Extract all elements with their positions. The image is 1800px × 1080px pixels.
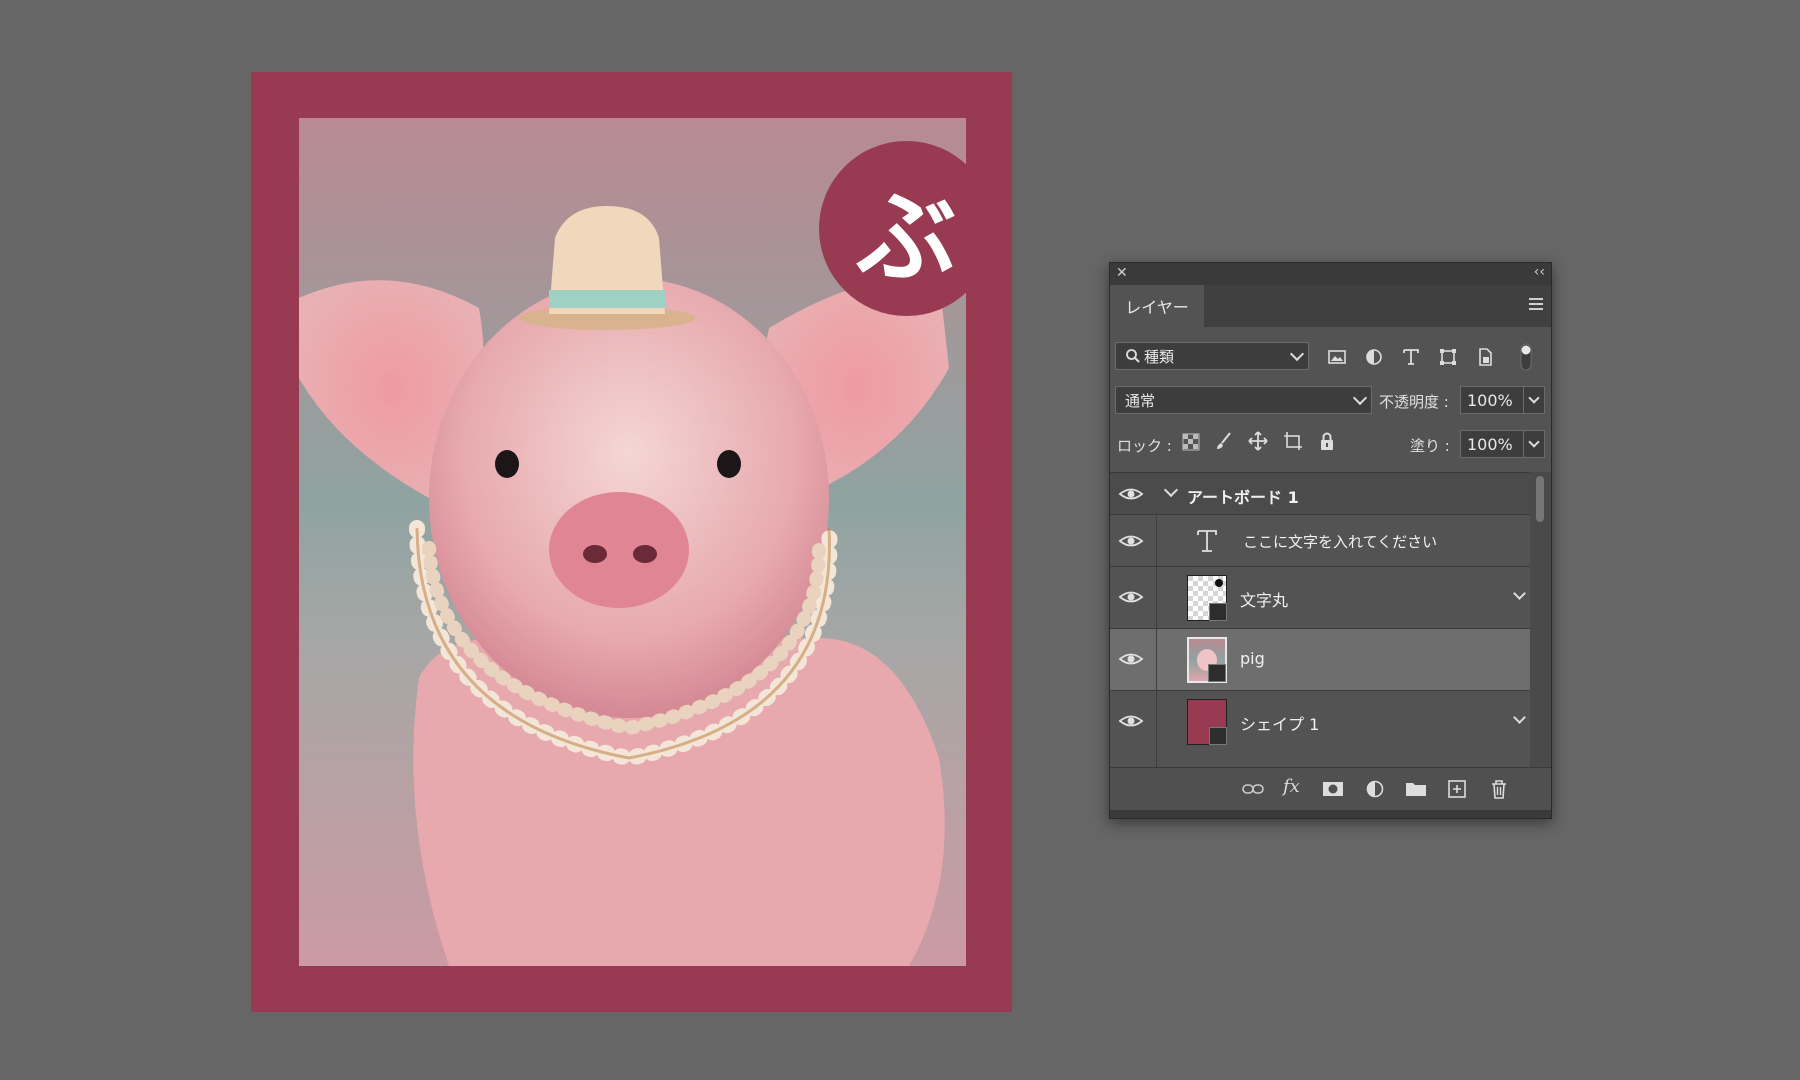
panel-menu-icon[interactable] xyxy=(1529,298,1543,312)
fx-icon[interactable]: fx xyxy=(1283,776,1305,797)
layer-row-shape-1[interactable]: シェイプ 1 xyxy=(1110,690,1530,767)
scrollbar-thumb[interactable] xyxy=(1536,476,1544,522)
fill-label: 塗り : xyxy=(1410,437,1450,455)
layer-name: 文字丸 xyxy=(1240,591,1289,610)
trash-icon[interactable] xyxy=(1488,779,1510,799)
opacity-chevron-icon[interactable] xyxy=(1523,386,1545,414)
smart-object-badge-icon xyxy=(1208,664,1226,682)
lock-position-icon[interactable] xyxy=(1248,431,1268,451)
layer-name: ここに文字を入れてください xyxy=(1243,533,1438,551)
close-icon[interactable]: ✕ xyxy=(1116,265,1128,281)
layer-row-circle-shape[interactable]: 文字丸 xyxy=(1110,566,1530,628)
adjustment-filter-icon[interactable] xyxy=(1364,347,1384,367)
type-filter-icon[interactable] xyxy=(1401,347,1421,367)
layer-name: アートボード 1 xyxy=(1187,488,1299,507)
lock-transparency-icon[interactable] xyxy=(1182,433,1200,451)
smart-object-filter-icon[interactable] xyxy=(1475,347,1495,367)
artboard-canvas[interactable]: ぶ xyxy=(251,72,1012,1012)
fill-field[interactable]: 100% xyxy=(1460,430,1524,458)
opacity-label: 不透明度 : xyxy=(1379,393,1449,411)
layer-thumbnail xyxy=(1187,575,1227,621)
expand-effects-icon[interactable] xyxy=(1513,711,1526,724)
eye-icon[interactable] xyxy=(1118,588,1144,606)
new-layer-icon[interactable] xyxy=(1446,779,1468,799)
layer-filter-dropdown[interactable]: 種類 xyxy=(1115,342,1309,370)
double-chevron-left-icon[interactable]: ‹‹ xyxy=(1534,264,1545,280)
eye-icon[interactable] xyxy=(1118,712,1144,730)
layer-thumbnail xyxy=(1187,699,1227,745)
tab-layers[interactable]: レイヤー xyxy=(1110,285,1204,327)
panel-resize-grip[interactable] xyxy=(1110,810,1551,818)
layers-scrollbar[interactable] xyxy=(1530,472,1551,767)
eye-icon[interactable] xyxy=(1118,485,1144,503)
adjustment-layer-icon[interactable] xyxy=(1364,779,1386,799)
text-layer-icon xyxy=(1197,530,1217,552)
layers-panel: ✕ ‹‹ レイヤー 種類 通常 不透明度: 100% ロック: 塗り: 1… xyxy=(1109,262,1552,819)
eye-icon[interactable] xyxy=(1118,532,1144,550)
panel-footer: fx xyxy=(1110,767,1551,810)
layer-row-text[interactable]: ここに文字を入れてください xyxy=(1110,514,1530,566)
image-filter-icon[interactable] xyxy=(1327,347,1347,367)
panel-tab-row: レイヤー xyxy=(1110,285,1551,327)
filter-toggle-icon[interactable] xyxy=(1520,343,1532,371)
layer-thumbnail xyxy=(1187,637,1227,683)
layer-name: シェイプ 1 xyxy=(1240,715,1320,734)
link-layers-icon[interactable] xyxy=(1242,779,1264,799)
eye-icon[interactable] xyxy=(1118,650,1144,668)
new-group-icon[interactable] xyxy=(1405,779,1427,799)
search-icon xyxy=(1126,349,1140,363)
filter-kind-label: 種類 xyxy=(1144,347,1175,366)
layer-row-artboard[interactable]: アートボード 1 xyxy=(1110,472,1530,514)
opacity-field[interactable]: 100% xyxy=(1460,386,1524,414)
pig-photo: ぶ xyxy=(299,118,966,966)
shape-badge-icon xyxy=(1209,727,1227,745)
shape-badge-icon xyxy=(1209,603,1227,621)
expand-effects-icon[interactable] xyxy=(1513,587,1526,600)
fill-chevron-icon[interactable] xyxy=(1523,430,1545,458)
layer-mask-icon[interactable] xyxy=(1322,779,1344,799)
layer-row-pig[interactable]: pig xyxy=(1110,628,1530,690)
lock-artboard-icon[interactable] xyxy=(1283,431,1303,451)
blend-mode-dropdown[interactable]: 通常 xyxy=(1115,386,1372,414)
shape-filter-icon[interactable] xyxy=(1438,347,1458,367)
lock-label: ロック : xyxy=(1117,437,1172,455)
chevron-down-icon[interactable] xyxy=(1163,482,1179,498)
panel-titlebar: ✕ ‹‹ xyxy=(1110,263,1551,285)
layer-name: pig xyxy=(1240,649,1265,668)
lock-all-icon[interactable] xyxy=(1317,431,1337,451)
blend-mode-label: 通常 xyxy=(1125,391,1156,410)
lock-image-icon[interactable] xyxy=(1214,431,1234,451)
